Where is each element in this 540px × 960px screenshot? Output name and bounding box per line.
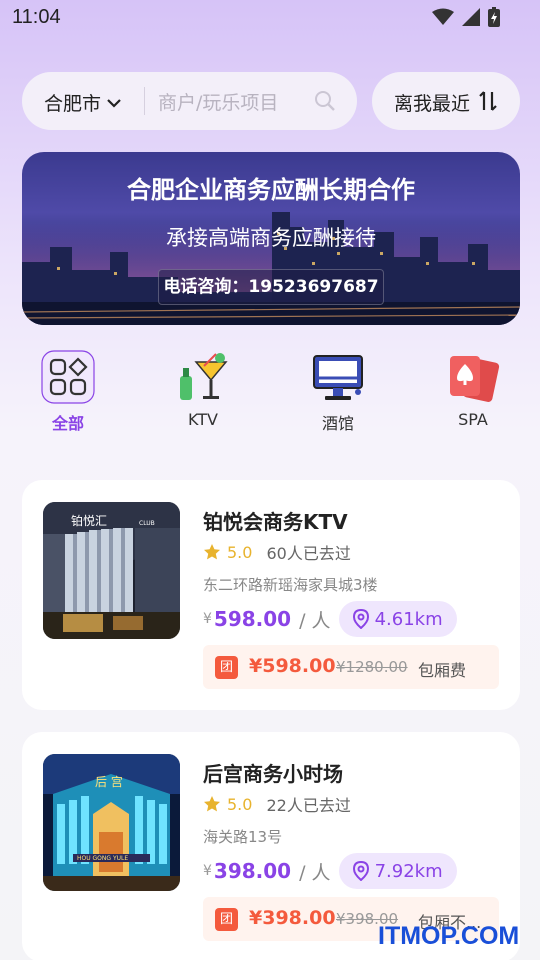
sort-label: 离我最近 <box>394 93 471 115</box>
cocktail-icon <box>180 353 228 400</box>
city-selector[interactable]: 合肥市 <box>44 89 121 116</box>
distance-value: 4.61km <box>374 608 443 630</box>
category-all[interactable]: 全部 <box>18 350 118 434</box>
wifi-icon <box>432 8 454 25</box>
signal-icon <box>462 8 480 26</box>
venue-address: 东二环路新瑶海家具城3楼 <box>203 576 378 594</box>
deal-price: ¥598.00 <box>249 655 336 677</box>
venue-photo: 铂悦汇 CLUB <box>43 502 180 639</box>
svg-text:HOU GONG YULE: HOU GONG YULE <box>77 855 128 862</box>
category-label: SPA <box>458 410 488 429</box>
deal-price: ¥398.00 <box>249 907 336 929</box>
banner-subtitle: 承接高端商务应酬接待 <box>166 226 376 250</box>
status-time: 11:04 <box>12 6 61 28</box>
deal-badge: 团 <box>215 656 238 679</box>
venue-photo: HOU GONG YULE 后 宫 <box>43 754 180 891</box>
distance-badge: 4.61km <box>338 601 457 637</box>
watermark: ITMOP.COM <box>378 922 520 950</box>
star-icon <box>204 796 220 812</box>
city-label: 合肥市 <box>44 93 102 115</box>
star-icon <box>204 544 220 560</box>
banner-phone: 电话咨询：19523697687 <box>158 269 384 305</box>
rating-row: 5.0 22人已去过 <box>203 792 351 816</box>
rating-row: 5.0 60人已去过 <box>203 540 351 564</box>
search-input[interactable]: 商户/玩乐项目 <box>158 88 278 115</box>
rating-value: 5.0 <box>227 794 253 814</box>
listing-card[interactable]: 铂悦汇 CLUB 铂悦会商务KTV 5.0 60人已去过 东二环路新瑶海家具城3… <box>22 480 520 710</box>
search-box: 合肥市 商户/玩乐项目 <box>22 72 357 130</box>
distance-value: 7.92km <box>374 860 443 882</box>
status-icons <box>432 7 500 27</box>
price-row: ¥ 398.00 / 人 7.92km <box>203 853 457 889</box>
sort-icon <box>479 91 497 111</box>
visit-count: 22人已去过 <box>266 796 351 815</box>
price-unit: / 人 <box>299 861 331 884</box>
currency-symbol: ¥ <box>203 863 212 879</box>
venue-address: 海关路13号 <box>203 828 283 846</box>
venue-sign: 后 宫 <box>95 774 123 789</box>
search-divider <box>144 87 145 115</box>
category-ktv[interactable]: KTV <box>153 350 253 429</box>
promo-banner[interactable]: 合肥企业商务应酬长期合作 承接高端商务应酬接待 电话咨询：19523697687 <box>22 152 520 325</box>
deal-description: 包厢费 <box>418 661 467 680</box>
monitor-icon <box>313 355 363 400</box>
category-bar[interactable]: 酒馆 <box>288 350 388 434</box>
category-label: 全部 <box>51 414 84 433</box>
venue-title: 铂悦会商务KTV <box>203 510 348 534</box>
category-label: KTV <box>188 410 218 429</box>
svg-text:CLUB: CLUB <box>139 520 155 527</box>
currency-symbol: ¥ <box>203 611 212 627</box>
venue-title: 后宫商务小时场 <box>203 762 343 786</box>
cards-icon <box>450 356 500 402</box>
price-unit: / 人 <box>299 609 331 632</box>
group-deal[interactable]: 团 ¥598.00 ¥1280.00 包厢费 <box>203 645 499 689</box>
price-value: 598.00 <box>213 607 292 631</box>
rating-value: 5.0 <box>227 542 253 562</box>
category-spa[interactable]: SPA <box>423 350 523 429</box>
distance-badge: 7.92km <box>338 853 457 889</box>
price-value: 398.00 <box>213 859 292 883</box>
visit-count: 60人已去过 <box>266 544 351 563</box>
search-icon[interactable] <box>314 90 336 112</box>
location-pin-icon <box>352 609 369 629</box>
deal-badge: 团 <box>215 908 238 931</box>
venue-sign: 铂悦汇 <box>71 513 107 528</box>
location-pin-icon <box>352 861 369 881</box>
chevron-down-icon <box>107 98 121 108</box>
status-bar: 11:04 <box>0 0 540 36</box>
grid-icon <box>41 350 95 404</box>
deal-original-price: ¥1280.00 <box>336 658 408 676</box>
category-nav: 全部 KTV 酒馆 SPA <box>0 350 540 440</box>
search-row: 合肥市 商户/玩乐项目 离我最近 <box>22 72 520 130</box>
battery-icon <box>488 7 500 27</box>
category-label: 酒馆 <box>321 414 354 433</box>
price-row: ¥ 598.00 / 人 4.61km <box>203 601 457 637</box>
banner-title: 合肥企业商务应酬长期合作 <box>127 176 415 204</box>
sort-button[interactable]: 离我最近 <box>372 72 520 130</box>
